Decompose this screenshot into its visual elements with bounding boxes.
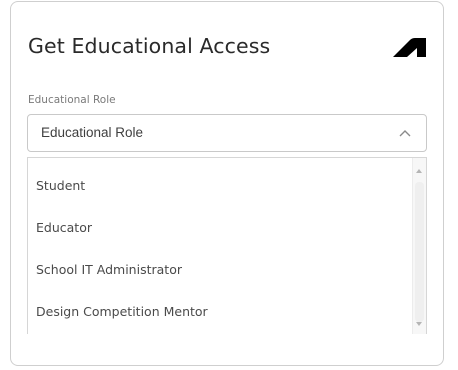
educational-access-card: Get Educational Access Educational Role … [10,1,444,366]
scroll-up-arrow-icon[interactable] [416,169,422,173]
option-educator[interactable]: Educator [36,220,92,235]
options-scrollbar[interactable] [412,158,426,334]
option-student[interactable]: Student [36,178,85,193]
chevron-up-icon [399,130,411,137]
option-school-it-administrator[interactable]: School IT Administrator [36,262,182,277]
educational-role-options-list[interactable]: Student Educator School IT Administrator… [27,157,427,334]
educational-role-selected-value: Educational Role [41,125,144,140]
educational-role-label: Educational Role [28,94,116,106]
educational-role-select[interactable]: Educational Role [27,114,427,152]
scroll-down-arrow-icon[interactable] [416,322,422,326]
scrollbar-thumb[interactable] [415,182,424,322]
autodesk-logo-icon [393,38,426,57]
page-title: Get Educational Access [28,34,271,58]
option-design-competition-mentor[interactable]: Design Competition Mentor [36,304,208,319]
